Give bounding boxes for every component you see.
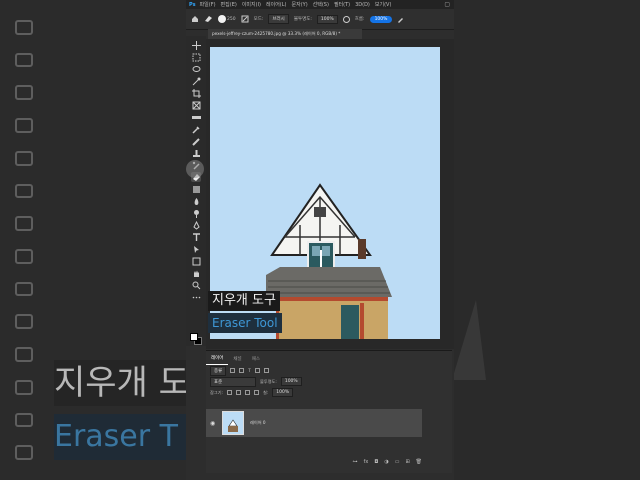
background-toolbar bbox=[8, 20, 40, 461]
pen-tool-icon[interactable] bbox=[191, 220, 201, 230]
home-icon[interactable] bbox=[191, 15, 199, 23]
layers-panel: 레이어 채널 패스 종류 T 표준 불투명도: 100% 잠그기: 칠: 100… bbox=[206, 350, 452, 473]
stamp-tool-icon[interactable] bbox=[191, 148, 201, 158]
airbrush-icon[interactable] bbox=[397, 16, 404, 23]
blend-mode-select[interactable]: 표준 bbox=[210, 376, 256, 387]
healing-brush-tool-icon[interactable] bbox=[191, 136, 201, 146]
brush-preview-icon bbox=[218, 15, 226, 23]
menu-select[interactable]: 선택(S) bbox=[313, 1, 329, 8]
menu-bar: Ps 파일(F) 편집(E) 이미지(I) 레이어(L) 문자(Y) 선택(S)… bbox=[186, 0, 454, 9]
layer-filter-select[interactable]: 종류 bbox=[210, 365, 227, 376]
lasso-tool-icon[interactable] bbox=[191, 64, 201, 74]
hand-tool-icon[interactable] bbox=[191, 268, 201, 278]
layer-name[interactable]: 레이어 0 bbox=[250, 420, 266, 426]
lock-transparent-icon[interactable] bbox=[226, 390, 232, 395]
pixel-filter-icon[interactable] bbox=[230, 368, 236, 373]
eyedropper-tool-icon[interactable] bbox=[191, 124, 201, 134]
mode-select[interactable]: 브러시 bbox=[268, 14, 289, 24]
move-tool-icon[interactable] bbox=[191, 40, 201, 50]
photoshop-window: Ps 파일(F) 편집(E) 이미지(I) 레이어(L) 문자(Y) 선택(S)… bbox=[186, 0, 454, 480]
menu-view[interactable]: 보기(V) bbox=[375, 1, 392, 8]
flow-field[interactable]: 100% bbox=[369, 15, 393, 23]
menu-edit[interactable]: 편집(E) bbox=[221, 1, 237, 8]
blend-row: 표준 불투명도: 100% bbox=[206, 376, 452, 387]
type-filter-icon[interactable]: T bbox=[248, 368, 251, 373]
menu-filter[interactable]: 필터(T) bbox=[334, 1, 350, 8]
menu-image[interactable]: 이미지(I) bbox=[242, 1, 261, 8]
blur-tool-icon[interactable] bbox=[191, 196, 201, 206]
brush-size-picker[interactable]: 250 bbox=[218, 15, 236, 23]
menu-type[interactable]: 문자(Y) bbox=[292, 1, 308, 8]
brush-settings-icon[interactable] bbox=[241, 15, 249, 23]
app-logo: Ps bbox=[189, 1, 196, 8]
fill-label: 칠: bbox=[262, 389, 269, 395]
foreground-color-swatch[interactable] bbox=[190, 333, 198, 341]
marquee-tool-icon[interactable] bbox=[191, 52, 201, 62]
lock-label: 잠그기: bbox=[210, 389, 223, 395]
tools-panel bbox=[186, 36, 206, 346]
background-roof-shape bbox=[452, 300, 486, 380]
mask-icon[interactable]: ◘ bbox=[374, 459, 378, 465]
lock-all-icon[interactable] bbox=[253, 390, 259, 395]
background-frame-left: 지우개 도 Eraser T bbox=[0, 0, 186, 480]
adjustment-filter-icon[interactable] bbox=[239, 368, 245, 373]
tab-layers[interactable]: 레이어 bbox=[206, 355, 229, 365]
fill-field[interactable]: 100% bbox=[272, 388, 294, 397]
layer-filter-row: 종류 T bbox=[206, 365, 452, 376]
crop-tool-icon[interactable] bbox=[191, 88, 201, 98]
layer-opacity-field[interactable]: 100% bbox=[280, 377, 302, 386]
menu-3d[interactable]: 3D(D) bbox=[355, 2, 370, 8]
group-icon[interactable]: ▭ bbox=[395, 459, 400, 465]
background-frame-right bbox=[454, 0, 640, 480]
lock-position-icon[interactable] bbox=[244, 390, 250, 395]
smart-filter-icon[interactable] bbox=[263, 368, 269, 373]
layer-thumbnail[interactable] bbox=[222, 411, 244, 435]
caption-korean: 지우개 도구 bbox=[208, 291, 280, 311]
panel-tabs: 레이어 채널 패스 bbox=[206, 351, 452, 365]
layer-opacity-label: 불투명도: bbox=[260, 378, 277, 384]
background-caption-english: Eraser T bbox=[54, 414, 186, 460]
menu-file[interactable]: 파일(F) bbox=[200, 1, 216, 8]
new-layer-icon[interactable]: ⊞ bbox=[405, 459, 409, 465]
link-icon[interactable]: ⊶ bbox=[353, 459, 358, 465]
lock-pixels-icon[interactable] bbox=[235, 390, 241, 395]
document-tab[interactable]: pexels-jeffrey-czum-2425780.jpg @ 33.3% … bbox=[208, 29, 362, 39]
visibility-eye-icon[interactable]: ◉ bbox=[210, 420, 215, 427]
type-tool-icon[interactable] bbox=[191, 232, 201, 242]
frame-tool-icon[interactable] bbox=[191, 100, 201, 110]
path-select-tool-icon[interactable] bbox=[191, 244, 201, 254]
mode-label: 모드: bbox=[253, 17, 264, 22]
shape-tool-icon[interactable] bbox=[191, 256, 201, 266]
gradient-tool-icon[interactable] bbox=[191, 184, 201, 194]
layers-panel-footer: ⊶ fx ◘ ◑ ▭ ⊞ 🗑 bbox=[206, 457, 422, 467]
menu-layer[interactable]: 레이어(L) bbox=[266, 1, 287, 8]
pressure-opacity-icon[interactable] bbox=[342, 15, 350, 23]
background-caption-korean: 지우개 도 bbox=[54, 360, 186, 406]
trash-icon[interactable]: 🗑 bbox=[416, 459, 422, 465]
fx-icon[interactable]: fx bbox=[364, 459, 369, 465]
adjustment-icon[interactable]: ◑ bbox=[384, 459, 388, 465]
opacity-label: 불투명도: bbox=[293, 17, 312, 22]
tab-paths[interactable]: 패스 bbox=[247, 356, 265, 365]
options-bar: 250 모드: 브러시 불투명도: 100% 흐름: 100% bbox=[186, 9, 454, 30]
eraser-cursor bbox=[186, 160, 204, 178]
brush-size-value: 250 bbox=[227, 16, 236, 22]
lock-row: 잠그기: 칠: 100% bbox=[206, 387, 452, 398]
shape-filter-icon[interactable] bbox=[254, 368, 260, 373]
zoom-tool-icon[interactable] bbox=[191, 280, 201, 290]
ruler-tool-icon[interactable] bbox=[191, 112, 201, 122]
window-icon[interactable]: ▢ bbox=[444, 1, 450, 8]
eraser-tool-icon[interactable] bbox=[204, 15, 213, 23]
opacity-field[interactable]: 100% bbox=[316, 14, 338, 24]
tab-channels[interactable]: 채널 bbox=[228, 356, 246, 365]
flow-label: 흐름: bbox=[354, 17, 365, 22]
dodge-tool-icon[interactable] bbox=[191, 208, 201, 218]
layer-row[interactable]: ◉ 레이어 0 bbox=[206, 409, 422, 437]
more-tools-icon[interactable] bbox=[191, 292, 201, 302]
caption-english: Eraser Tool bbox=[208, 313, 282, 333]
quick-select-tool-icon[interactable] bbox=[191, 76, 201, 86]
